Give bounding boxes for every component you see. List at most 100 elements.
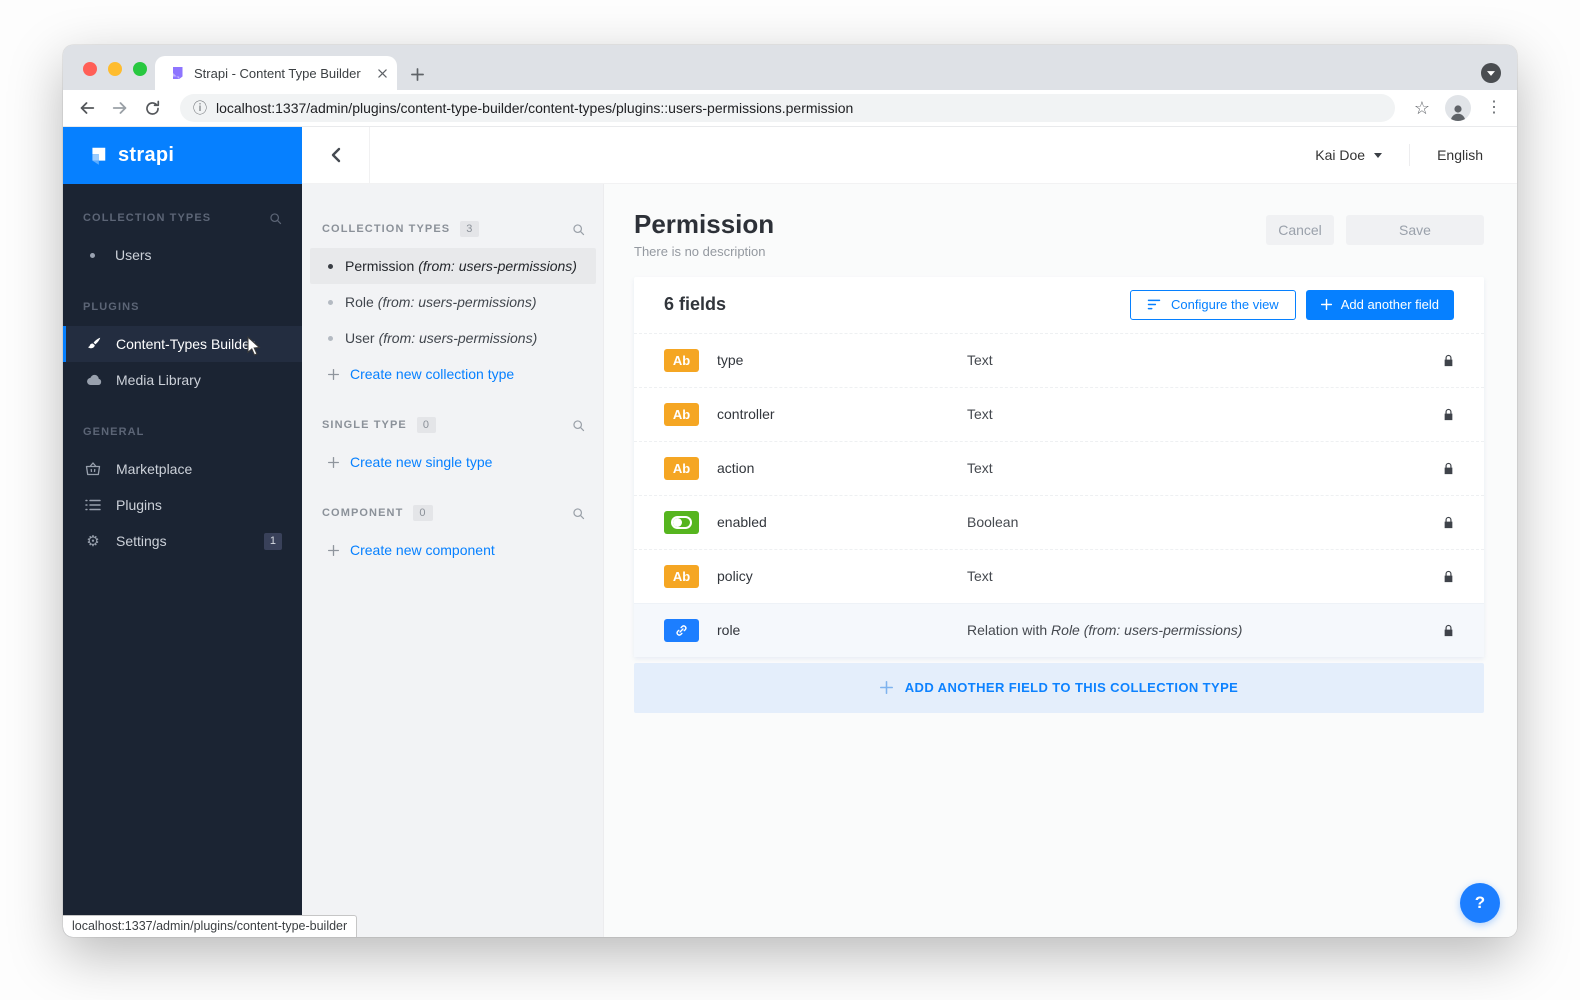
- reload-icon[interactable]: [144, 100, 161, 117]
- browser-toolbar: ⓘ localhost:1337/admin/plugins/content-t…: [63, 90, 1517, 127]
- search-icon[interactable]: [269, 212, 282, 225]
- create-new-collection-type-link[interactable]: Create new collection type: [310, 356, 596, 392]
- content-type-origin: (from: users-permissions): [418, 258, 577, 274]
- sidebar-item-users[interactable]: Users: [63, 237, 302, 273]
- bullet-icon: [328, 300, 333, 305]
- language-selector[interactable]: English: [1437, 147, 1483, 163]
- divider: [1409, 144, 1410, 166]
- action-label: Create new component: [350, 542, 495, 558]
- browser-update-button[interactable]: [1481, 63, 1501, 83]
- back-button[interactable]: [302, 127, 370, 183]
- add-another-field-button[interactable]: Add another field: [1306, 290, 1454, 320]
- configure-the-view-button[interactable]: Configure the view: [1130, 290, 1296, 320]
- save-button[interactable]: Save: [1346, 215, 1484, 245]
- user-menu[interactable]: Kai Doe: [1315, 147, 1382, 163]
- content-type-item-role[interactable]: Role(from: users-permissions): [310, 284, 596, 320]
- group-label: SINGLE TYPE: [322, 419, 407, 431]
- create-new-single-type-link[interactable]: Create new single type: [310, 444, 596, 480]
- fields-count-heading: 6 fields: [664, 294, 726, 315]
- plus-icon: [328, 369, 339, 380]
- site-info-icon[interactable]: ⓘ: [193, 101, 207, 115]
- new-tab-button[interactable]: [411, 68, 424, 81]
- field-name: enabled: [717, 514, 967, 530]
- content-type-item-user[interactable]: User(from: users-permissions): [310, 320, 596, 356]
- browser-tab[interactable]: Strapi - Content Type Builder: [155, 56, 397, 90]
- forward-icon[interactable]: [111, 99, 129, 117]
- content-type-item-permission[interactable]: Permission(from: users-permissions): [310, 248, 596, 284]
- content-type-origin: (from: users-permissions): [378, 294, 537, 310]
- add-field-to-collection-type-button[interactable]: ADD ANOTHER FIELD TO THIS COLLECTION TYP…: [634, 663, 1484, 713]
- window-controls: [83, 62, 147, 76]
- address-bar[interactable]: ⓘ localhost:1337/admin/plugins/content-t…: [180, 94, 1395, 122]
- sidebar-item-settings[interactable]: ⚙ Settings 1: [63, 523, 302, 559]
- group-single-type: SINGLE TYPE 0 Create new single type: [302, 414, 603, 480]
- lock-icon: [1443, 462, 1454, 475]
- sidebar-section-plugins: PLUGINS Content-Types Builder Media Libr…: [63, 297, 302, 398]
- back-icon[interactable]: [78, 99, 96, 117]
- close-tab-icon[interactable]: [378, 69, 387, 78]
- sidebar-item-marketplace[interactable]: Marketplace: [63, 451, 302, 487]
- field-type-badge-text: Ab: [664, 403, 699, 426]
- strapi-logo[interactable]: strapi: [63, 127, 302, 184]
- field-name: controller: [717, 406, 967, 422]
- sidebar-section-collection-types: COLLECTION TYPES Users: [63, 208, 302, 273]
- zoom-window-button[interactable]: [133, 62, 147, 76]
- field-type: Text: [967, 460, 993, 476]
- field-row[interactable]: Ab controller Text: [634, 387, 1484, 441]
- sidebar-item-media-library[interactable]: Media Library: [63, 362, 302, 398]
- group-label: COMPONENT: [322, 507, 403, 519]
- group-count-badge: 3: [460, 221, 479, 237]
- basket-icon: [83, 462, 103, 476]
- search-icon[interactable]: [572, 419, 585, 432]
- list-icon: [83, 499, 103, 511]
- field-row[interactable]: Ab policy Text: [634, 549, 1484, 603]
- browser-menu-icon[interactable]: ⋮: [1486, 100, 1502, 116]
- bullet-icon: [328, 264, 333, 269]
- field-type: Text: [967, 568, 993, 584]
- content-type-name: Permission: [345, 258, 414, 274]
- field-row[interactable]: role Relation with Role (from: users-per…: [634, 603, 1484, 657]
- field-type: Text: [967, 406, 993, 422]
- sidebar-item-content-types-builder[interactable]: Content-Types Builder: [63, 326, 302, 362]
- bookmark-star-icon[interactable]: ☆: [1414, 99, 1430, 117]
- main-sidebar: strapi COLLECTION TYPES Users PLUGINS: [63, 127, 302, 937]
- plus-icon: [328, 545, 339, 556]
- field-name: policy: [717, 568, 967, 584]
- sidebar-item-label: Content-Types Builder: [116, 336, 255, 352]
- lock-icon: [1443, 408, 1454, 421]
- strapi-favicon-icon: [169, 65, 185, 81]
- field-row[interactable]: Ab action Text: [634, 441, 1484, 495]
- minimize-window-button[interactable]: [108, 62, 122, 76]
- browser-window: Strapi - Content Type Builder ⓘ localhos…: [63, 45, 1517, 937]
- field-row[interactable]: Ab type Text: [634, 333, 1484, 387]
- create-new-component-link[interactable]: Create new component: [310, 532, 596, 568]
- sidebar-item-plugins[interactable]: Plugins: [63, 487, 302, 523]
- plus-icon: [328, 457, 339, 468]
- url-text[interactable]: localhost:1337/admin/plugins/content-typ…: [216, 100, 853, 116]
- page-subtitle: There is no description: [634, 244, 774, 259]
- sidebar-section-label: GENERAL: [83, 426, 144, 438]
- plus-icon: [1321, 299, 1332, 310]
- group-count-badge: 0: [413, 505, 432, 521]
- action-label: Create new collection type: [350, 366, 514, 382]
- close-window-button[interactable]: [83, 62, 97, 76]
- field-row[interactable]: enabled Boolean: [634, 495, 1484, 549]
- cancel-button[interactable]: Cancel: [1266, 215, 1334, 245]
- field-type-badge-relation: [664, 619, 699, 642]
- chevron-left-icon: [331, 147, 341, 163]
- search-icon[interactable]: [572, 507, 585, 520]
- strapi-logo-text: strapi: [118, 144, 174, 167]
- sidebar-section-label: COLLECTION TYPES: [83, 212, 211, 224]
- sidebar-item-label: Settings: [116, 533, 167, 549]
- help-button[interactable]: ?: [1460, 883, 1500, 923]
- search-icon[interactable]: [572, 223, 585, 236]
- content-type-name: User: [345, 330, 375, 346]
- browser-profile-avatar[interactable]: [1445, 95, 1471, 121]
- field-type-badge-text: Ab: [664, 349, 699, 372]
- field-type-badge-text: Ab: [664, 565, 699, 588]
- sidebar-item-label: Plugins: [116, 497, 162, 513]
- strapi-admin-app: strapi COLLECTION TYPES Users PLUGINS: [63, 127, 1517, 937]
- content-type-origin: (from: users-permissions): [379, 330, 538, 346]
- field-type: Relation with: [967, 622, 1047, 638]
- paintbrush-icon: [83, 337, 103, 352]
